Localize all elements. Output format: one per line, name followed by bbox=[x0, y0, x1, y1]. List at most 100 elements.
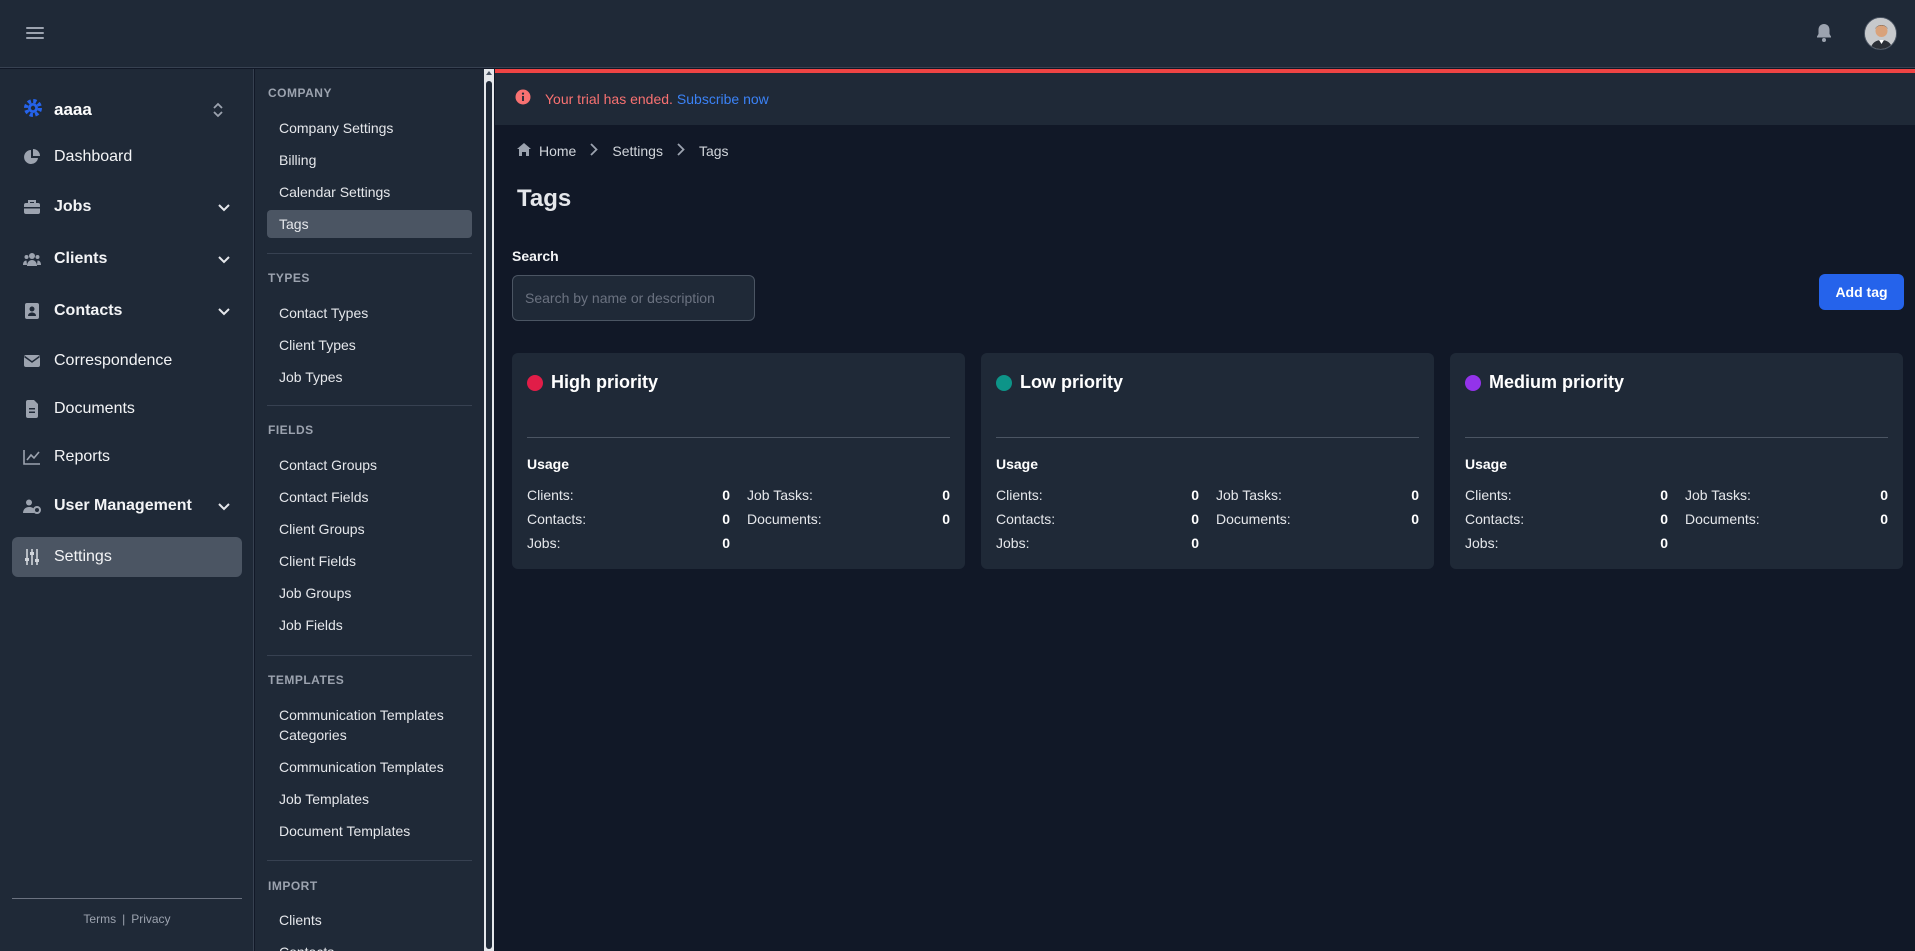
section-templates-header: TEMPLATES bbox=[268, 673, 345, 687]
nav-settings[interactable]: Settings bbox=[12, 537, 242, 577]
subnav-comm-templates-categories[interactable]: Communication Templates Categories bbox=[267, 702, 472, 748]
usage-job-tasks: Job Tasks: 0 bbox=[747, 487, 950, 503]
chevron-down-icon bbox=[218, 199, 230, 217]
usage-jobs-label: Jobs: bbox=[996, 535, 1030, 551]
nav-jobs-label: Jobs bbox=[54, 198, 92, 215]
usage-jobs-value: 0 bbox=[722, 535, 730, 551]
company-switcher[interactable]: aaaa bbox=[22, 95, 232, 125]
alert-text: Your trial has ended. bbox=[545, 91, 673, 107]
scroll-up-arrow[interactable] bbox=[486, 71, 492, 75]
subnav-document-templates[interactable]: Document Templates bbox=[267, 818, 472, 844]
add-tag-button[interactable]: Add tag bbox=[1819, 274, 1904, 310]
subnav-comm-templates[interactable]: Communication Templates bbox=[267, 754, 472, 780]
subnav-job-groups[interactable]: Job Groups bbox=[267, 580, 472, 606]
subnav-contact-groups[interactable]: Contact Groups bbox=[267, 452, 472, 478]
privacy-link[interactable]: Privacy bbox=[131, 912, 170, 926]
usage-heading: Usage bbox=[1465, 456, 1508, 472]
subnav-client-fields[interactable]: Client Fields bbox=[267, 548, 472, 574]
nav-documents-label: Documents bbox=[54, 400, 135, 417]
usage-documents-value: 0 bbox=[942, 511, 950, 527]
divider bbox=[267, 405, 472, 406]
search-input[interactable] bbox=[512, 275, 755, 321]
usage-clients-label: Clients: bbox=[996, 487, 1043, 503]
sliders-icon bbox=[22, 547, 42, 567]
usage-jobs-value: 0 bbox=[1660, 535, 1668, 551]
tag-card[interactable]: High priority Usage Clients: 0 Job Tasks:… bbox=[512, 353, 965, 569]
subnav-scrollbar[interactable] bbox=[484, 69, 494, 951]
subnav-client-groups[interactable]: Client Groups bbox=[267, 516, 472, 542]
settings-subnav: COMPANY Company Settings Billing Calenda… bbox=[255, 69, 484, 951]
section-company-header: COMPANY bbox=[268, 86, 332, 100]
nav-clients[interactable]: Clients bbox=[12, 239, 242, 279]
usage-clients: Clients: 0 bbox=[996, 487, 1199, 503]
divider bbox=[527, 437, 950, 438]
usage-documents-label: Documents: bbox=[747, 511, 822, 527]
subscribe-link[interactable]: Subscribe now bbox=[677, 91, 769, 107]
usage-documents-value: 0 bbox=[1411, 511, 1419, 527]
gear-icon bbox=[22, 97, 44, 124]
chevron-down-icon bbox=[218, 498, 230, 516]
nav-correspondence[interactable]: Correspondence bbox=[12, 341, 242, 381]
usage-documents: Documents: 0 bbox=[1216, 511, 1419, 527]
breadcrumb-settings[interactable]: Settings bbox=[612, 143, 663, 159]
contact-card-icon bbox=[22, 301, 42, 321]
section-fields-header: FIELDS bbox=[268, 423, 314, 437]
subnav-job-templates[interactable]: Job Templates bbox=[267, 786, 472, 812]
usage-contacts-label: Contacts: bbox=[1465, 511, 1525, 527]
usage-jobs-label: Jobs: bbox=[1465, 535, 1499, 551]
users-icon bbox=[22, 249, 42, 269]
usage-clients: Clients: 0 bbox=[1465, 487, 1668, 503]
nav-jobs[interactable]: Jobs bbox=[12, 187, 242, 227]
usage-jobs: Jobs: 0 bbox=[527, 535, 730, 551]
subnav-billing[interactable]: Billing bbox=[267, 147, 472, 173]
subnav-contact-fields[interactable]: Contact Fields bbox=[267, 484, 472, 510]
avatar[interactable] bbox=[1864, 17, 1897, 50]
usage-documents-label: Documents: bbox=[1685, 511, 1760, 527]
subnav-import-clients[interactable]: Clients bbox=[267, 907, 472, 933]
usage-job-tasks: Job Tasks: 0 bbox=[1685, 487, 1888, 503]
usage-documents-label: Documents: bbox=[1216, 511, 1291, 527]
usage-contacts: Contacts: 0 bbox=[527, 511, 730, 527]
subnav-calendar-settings[interactable]: Calendar Settings bbox=[267, 179, 472, 205]
usage-jobs-label: Jobs: bbox=[527, 535, 561, 551]
envelope-icon bbox=[22, 351, 42, 371]
chevron-down-icon bbox=[218, 251, 230, 269]
tag-card[interactable]: Low priority Usage Clients: 0 Job Tasks: 0… bbox=[981, 353, 1434, 569]
subnav-job-types[interactable]: Job Types bbox=[267, 364, 472, 390]
subnav-company-settings[interactable]: Company Settings bbox=[267, 115, 472, 141]
nav-dashboard-label: Dashboard bbox=[54, 148, 133, 165]
terms-link[interactable]: Terms bbox=[83, 912, 116, 926]
nav-reports[interactable]: Reports bbox=[12, 437, 242, 477]
divider bbox=[267, 253, 472, 254]
subnav-import-contacts[interactable]: Contacts bbox=[267, 939, 472, 951]
nav-correspondence-label: Correspondence bbox=[54, 352, 173, 369]
usage-jobs: Jobs: 0 bbox=[996, 535, 1199, 551]
subnav-contact-types[interactable]: Contact Types bbox=[267, 300, 472, 326]
nav-settings-label: Settings bbox=[54, 548, 112, 565]
nav-user-management[interactable]: User Management bbox=[12, 486, 242, 526]
bell-icon[interactable] bbox=[1814, 22, 1834, 44]
breadcrumb-home[interactable]: Home bbox=[539, 143, 576, 159]
subnav-job-fields[interactable]: Job Fields bbox=[267, 612, 472, 638]
usage-job-tasks-label: Job Tasks: bbox=[1216, 487, 1282, 503]
tag-card[interactable]: Medium priority Usage Clients: 0 Job Task… bbox=[1450, 353, 1903, 569]
breadcrumb-tags[interactable]: Tags bbox=[699, 143, 729, 159]
nav-documents[interactable]: Documents bbox=[12, 389, 242, 429]
usage-clients-value: 0 bbox=[1191, 487, 1199, 503]
chevron-right-icon bbox=[677, 143, 685, 159]
subnav-tags[interactable]: Tags bbox=[267, 210, 472, 238]
menu-icon[interactable] bbox=[24, 24, 46, 44]
scrollbar-thumb[interactable] bbox=[486, 81, 492, 949]
usage-job-tasks: Job Tasks: 0 bbox=[1216, 487, 1419, 503]
nav-contacts[interactable]: Contacts bbox=[12, 291, 242, 331]
subnav-client-types[interactable]: Client Types bbox=[267, 332, 472, 358]
usage-jobs-value: 0 bbox=[1191, 535, 1199, 551]
usage-job-tasks-label: Job Tasks: bbox=[747, 487, 813, 503]
usage-documents-value: 0 bbox=[1880, 511, 1888, 527]
nav-contacts-label: Contacts bbox=[54, 302, 123, 319]
usage-clients-label: Clients: bbox=[527, 487, 574, 503]
divider bbox=[267, 655, 472, 656]
line-chart-icon bbox=[22, 447, 42, 467]
nav-dashboard[interactable]: Dashboard bbox=[12, 137, 242, 177]
usage-documents: Documents: 0 bbox=[1685, 511, 1888, 527]
